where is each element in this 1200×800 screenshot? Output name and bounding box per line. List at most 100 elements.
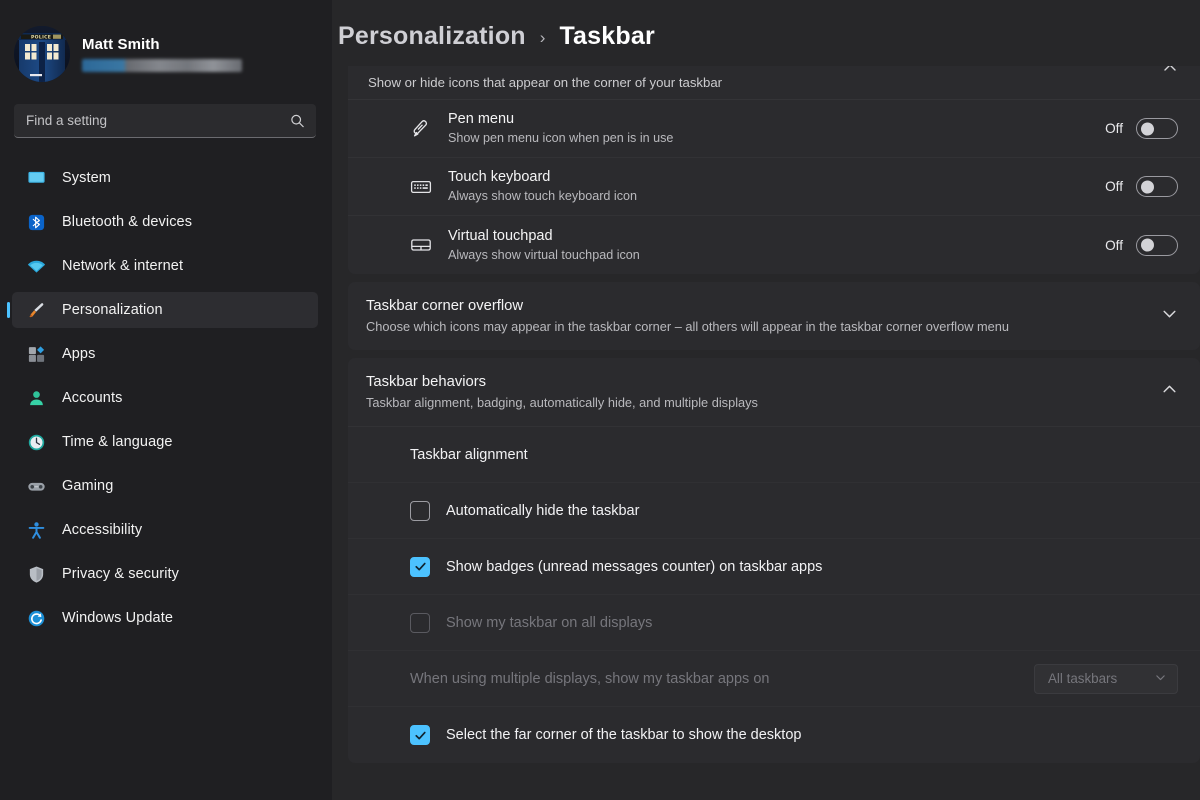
account-text: Matt Smith	[82, 36, 242, 72]
chevron-up-icon[interactable]	[1162, 66, 1178, 81]
virtual-touchpad-toggle[interactable]	[1136, 235, 1178, 256]
search-input[interactable]	[14, 113, 316, 128]
sidebar-item-personalization[interactable]: Personalization	[12, 292, 318, 328]
setting-subtitle: Always show virtual touchpad icon	[448, 247, 1105, 264]
wifi-icon	[26, 256, 46, 276]
sidebar-item-accessibility[interactable]: Accessibility	[12, 512, 318, 548]
far-corner-show-desktop-checkbox[interactable]	[410, 725, 430, 745]
option-row-auto-hide-taskbar[interactable]: Automatically hide the taskbar	[348, 483, 1200, 539]
option-label: Automatically hide the taskbar	[446, 503, 639, 519]
taskbar-behaviors-header[interactable]: Taskbar behaviors Taskbar alignment, bad…	[348, 358, 1200, 427]
sidebar-item-label: Apps	[62, 346, 95, 362]
option-row-multiple-displays-apps: When using multiple displays, show my ta…	[348, 651, 1200, 707]
gamepad-icon	[26, 476, 46, 496]
option-row-show-badges[interactable]: Show badges (unread messages counter) on…	[348, 539, 1200, 595]
option-row-far-corner-show-desktop[interactable]: Select the far corner of the taskbar to …	[348, 707, 1200, 763]
show-badges-checkbox[interactable]	[410, 557, 430, 577]
sidebar-item-label: Windows Update	[62, 610, 173, 626]
page-title: Taskbar	[559, 22, 654, 51]
sidebar-item-apps[interactable]: Apps	[12, 336, 318, 372]
pen-menu-toggle[interactable]	[1136, 118, 1178, 139]
taskbar-corner-overflow-header[interactable]: Taskbar corner overflow Choose which ico…	[348, 282, 1200, 350]
option-label: Select the far corner of the taskbar to …	[446, 727, 801, 743]
setting-title: Virtual touchpad	[448, 227, 1105, 246]
person-icon	[26, 388, 46, 408]
settings-scroll-area[interactable]: Show or hide icons that appear on the co…	[348, 66, 1200, 800]
multiple-displays-combobox: All taskbars	[1034, 664, 1178, 694]
account-name: Matt Smith	[82, 36, 242, 54]
search-box[interactable]	[14, 104, 316, 138]
setting-row-virtual-touchpad[interactable]: Virtual touchpad Always show virtual tou…	[348, 216, 1200, 274]
chevron-down-icon	[1154, 671, 1167, 687]
setting-subtitle: Always show touch keyboard icon	[448, 188, 1105, 205]
account-email-redacted	[82, 59, 242, 72]
sidebar-item-accounts[interactable]: Accounts	[12, 380, 318, 416]
sidebar-item-label: Time & language	[62, 434, 173, 450]
touch-keyboard-toggle[interactable]	[1136, 176, 1178, 197]
setting-title: Pen menu	[448, 110, 1105, 129]
option-label: When using multiple displays, show my ta…	[410, 671, 769, 687]
sidebar-item-label: Accessibility	[62, 522, 142, 538]
section-title: Taskbar behaviors	[366, 372, 1144, 392]
toggle-group: Off	[1105, 235, 1178, 256]
bluetooth-icon	[26, 212, 46, 232]
sidebar-item-network-internet[interactable]: Network & internet	[12, 248, 318, 284]
monitor-icon	[26, 168, 46, 188]
breadcrumb: Personalization › Taskbar	[332, 0, 1200, 72]
chevron-up-icon[interactable]	[1161, 381, 1178, 403]
corner-icons-card-subtitle: Show or hide icons that appear on the co…	[368, 75, 722, 90]
corner-icons-card-header[interactable]: Show or hide icons that appear on the co…	[348, 66, 1200, 100]
chevron-down-icon[interactable]	[1161, 305, 1178, 327]
sidebar-item-gaming[interactable]: Gaming	[12, 468, 318, 504]
taskbar-corner-overflow-card: Taskbar corner overflow Choose which ico…	[348, 282, 1200, 350]
update-refresh-icon	[26, 608, 46, 628]
setting-row-pen-menu[interactable]: Pen menu Show pen menu icon when pen is …	[348, 100, 1200, 158]
toggle-group: Off	[1105, 176, 1178, 197]
setting-subtitle: Show pen menu icon when pen is in use	[448, 130, 1105, 147]
sidebar-item-windows-update[interactable]: Windows Update	[12, 600, 318, 636]
main-panel: Personalization › Taskbar Show or hide i…	[332, 0, 1200, 800]
sidebar-item-label: Bluetooth & devices	[62, 214, 192, 230]
sidebar-item-privacy-security[interactable]: Privacy & security	[12, 556, 318, 592]
setting-row-touch-keyboard[interactable]: Touch keyboard Always show touch keyboar…	[348, 158, 1200, 216]
option-label: Show badges (unread messages counter) on…	[446, 559, 822, 575]
toggle-state-label: Off	[1105, 121, 1123, 136]
toggle-state-label: Off	[1105, 179, 1123, 194]
svg-text:POLICE: POLICE	[31, 34, 51, 40]
sidebar-item-bluetooth-devices[interactable]: Bluetooth & devices	[12, 204, 318, 240]
search-icon	[290, 113, 305, 128]
breadcrumb-separator-icon: ›	[540, 24, 546, 48]
sidebar-item-label: Accounts	[62, 390, 122, 406]
sidebar-item-label: Network & internet	[62, 258, 183, 274]
touch-keyboard-icon	[408, 174, 434, 200]
combobox-value: All taskbars	[1048, 671, 1117, 686]
tardis-police-box-avatar[interactable]: POLICE	[14, 26, 70, 82]
accessibility-icon	[26, 520, 46, 540]
show-taskbar-all-displays-checkbox	[410, 613, 430, 633]
option-label: Show my taskbar on all displays	[446, 615, 652, 631]
setting-text: Pen menu Show pen menu icon when pen is …	[448, 110, 1105, 147]
corner-icons-card: Show or hide icons that appear on the co…	[348, 66, 1200, 274]
sidebar-item-time-language[interactable]: Time & language	[12, 424, 318, 460]
section-subtitle: Taskbar alignment, badging, automaticall…	[366, 394, 1144, 412]
toggle-knob	[1141, 122, 1154, 135]
setting-title: Touch keyboard	[448, 168, 1105, 187]
sidebar-item-system[interactable]: System	[12, 160, 318, 196]
option-row-show-taskbar-all-displays: Show my taskbar on all displays	[348, 595, 1200, 651]
search-container	[0, 86, 332, 138]
sidebar-nav: System Bluetooth & devices	[0, 160, 332, 636]
paintbrush-icon	[26, 300, 46, 320]
toggle-group: Off	[1105, 118, 1178, 139]
option-row-taskbar-alignment[interactable]: Taskbar alignment	[348, 427, 1200, 483]
apps-icon	[26, 344, 46, 364]
sidebar: POLICE Matt Smith	[0, 0, 332, 800]
auto-hide-taskbar-checkbox[interactable]	[410, 501, 430, 521]
clock-icon	[26, 432, 46, 452]
toggle-knob	[1141, 180, 1154, 193]
virtual-touchpad-icon	[408, 232, 434, 258]
setting-text: Touch keyboard Always show touch keyboar…	[448, 168, 1105, 205]
sidebar-item-label: Personalization	[62, 302, 163, 318]
shield-icon	[26, 564, 46, 584]
breadcrumb-parent-link[interactable]: Personalization	[338, 22, 526, 51]
account-header[interactable]: POLICE Matt Smith	[0, 0, 332, 86]
